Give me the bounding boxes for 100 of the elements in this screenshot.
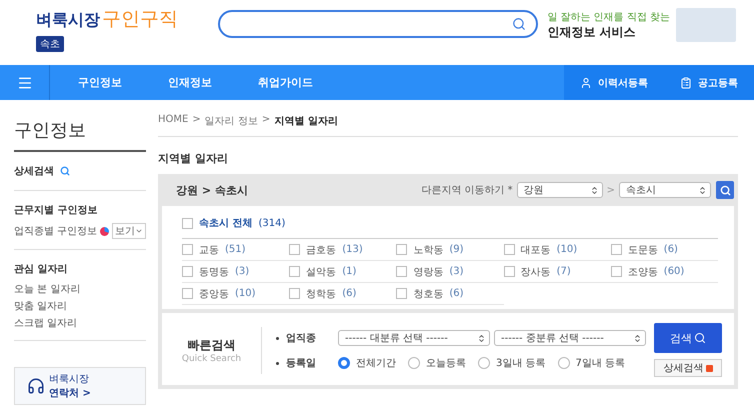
district-count: (60) <box>664 266 684 277</box>
checkbox[interactable] <box>610 244 622 255</box>
search-icon <box>694 332 706 344</box>
district-count: (10) <box>235 288 256 299</box>
radio-option[interactable]: 오늘등록 <box>408 356 466 370</box>
clipboard-icon <box>680 76 692 88</box>
district-label: 대포동 <box>520 244 551 256</box>
district-count: (9) <box>449 244 464 255</box>
checkbox[interactable] <box>289 266 300 277</box>
district-count: (6) <box>449 288 464 299</box>
search-button[interactable] <box>716 181 734 199</box>
detail-search-link[interactable]: 상세검색 <box>14 164 54 178</box>
checkbox[interactable] <box>504 266 515 277</box>
contact-banner[interactable]: 벼룩시장 연락처 > <box>14 367 146 405</box>
updown-icon <box>477 334 486 342</box>
view-dropdown[interactable]: 보기 <box>112 223 146 239</box>
checkbox[interactable] <box>289 244 300 255</box>
headset-icon <box>27 377 45 395</box>
ad-tagline: 일 잘하는 인재를 직접 찾는 <box>547 10 670 24</box>
checkbox[interactable] <box>182 218 193 228</box>
district-label: 장사동 <box>520 266 551 278</box>
district-label: 교동 <box>199 244 219 256</box>
region-badge: 속초 <box>36 36 64 52</box>
district-count: (7) <box>556 266 571 277</box>
contact-label: 연락처 > <box>49 387 91 400</box>
sidebar-link[interactable]: 맞춤 일자리 <box>14 299 68 313</box>
district-count: (3) <box>235 266 250 277</box>
radio-button[interactable] <box>408 357 420 369</box>
breadcrumb-link[interactable]: 지역별 일자리 <box>274 114 338 128</box>
district-count: (1) <box>342 266 356 277</box>
radio-button[interactable] <box>478 357 490 369</box>
sidebar-heading: 관심 일자리 <box>14 263 68 276</box>
radio-option[interactable]: 7일내 등록 <box>558 356 626 370</box>
checkbox[interactable] <box>396 266 408 277</box>
contact-brand: 벼룩시장 <box>49 373 90 386</box>
radio-option[interactable]: 3일내 등록 <box>478 356 546 370</box>
bullet-icon <box>276 362 279 364</box>
district-label: 금호동 <box>306 244 336 256</box>
breadcrumb-separator: > <box>192 114 201 127</box>
option-label: 속초시 전체 <box>199 217 252 230</box>
square-icon <box>706 364 712 372</box>
checkbox[interactable] <box>396 288 408 299</box>
district-label: 노학동 <box>413 244 444 256</box>
search-icon <box>720 184 730 196</box>
logo[interactable]: 벼룩시장 구인구직 <box>36 6 218 32</box>
menu-icon <box>16 74 32 90</box>
option-count: (314) <box>258 218 286 228</box>
person-icon <box>580 76 592 88</box>
radio-option[interactable]: 전체기간 <box>338 356 396 370</box>
region-path: 강원 > 속초시 <box>176 182 248 198</box>
updown-icon <box>590 186 599 194</box>
search-button[interactable]: 검색 <box>654 323 722 353</box>
checkbox[interactable] <box>396 244 408 255</box>
detail-search-button[interactable]: 상세검색 <box>654 359 722 377</box>
updown-icon <box>698 186 707 194</box>
chevron-down-icon <box>135 227 143 235</box>
district-label: 동명동 <box>199 266 229 278</box>
sidebar-link[interactable]: 스크랩 일자리 <box>14 316 78 330</box>
breadcrumb-link[interactable]: HOME <box>158 114 188 128</box>
district-label: 중앙동 <box>199 288 229 300</box>
district-label: 영랑동 <box>413 266 444 278</box>
category-select[interactable]: ------ 대분류 선택 ------ <box>338 330 490 346</box>
district-label: 설악동 <box>306 266 336 278</box>
district-count: (51) <box>225 244 246 255</box>
sidebar-link[interactable]: 오늘 본 일자리 <box>14 282 80 296</box>
radio-button[interactable] <box>338 357 350 369</box>
district-label: 조양동 <box>628 266 658 278</box>
search-field[interactable] <box>218 10 538 38</box>
district-count: (10) <box>556 244 578 255</box>
bullet-icon <box>276 336 279 340</box>
updown-icon <box>633 334 642 342</box>
district-count: (3) <box>449 266 464 277</box>
checkbox[interactable] <box>289 288 300 299</box>
province-select[interactable]: 강원 <box>516 182 603 198</box>
district-label: 청학동 <box>306 288 336 300</box>
checkbox[interactable] <box>182 244 193 255</box>
district-label: 도문동 <box>628 244 658 256</box>
pie-icon <box>100 226 109 236</box>
district-count: (13) <box>342 244 363 255</box>
nav-action-button[interactable]: 공고등록 <box>664 65 754 100</box>
separator-text: > <box>606 184 615 196</box>
ad-image-placeholder <box>676 8 736 42</box>
district-count: (6) <box>664 244 678 255</box>
quick-search-subtitle: Quick Search <box>182 354 242 364</box>
checkbox[interactable] <box>182 266 193 277</box>
checkbox[interactable] <box>504 244 515 255</box>
city-select[interactable]: 속초시 <box>619 182 711 198</box>
page-title: 지역별 일자리 <box>158 151 229 166</box>
category-select[interactable]: ------ 중분류 선택 ------ <box>494 330 646 346</box>
radio-button[interactable] <box>558 357 570 369</box>
field-label: 업직종 <box>286 332 317 345</box>
checkbox[interactable] <box>610 266 622 277</box>
district-label: 청호동 <box>413 288 444 300</box>
checkbox[interactable] <box>182 288 193 299</box>
search-icon <box>512 17 526 31</box>
district-count: (6) <box>342 288 356 299</box>
quick-search-title: 빠른검색 <box>188 336 236 354</box>
nav-action-button[interactable]: 이력서등록 <box>564 65 664 100</box>
breadcrumb-link[interactable]: 일자리 정보 <box>204 114 258 128</box>
sidebar-link[interactable]: 업직종별 구인정보 <box>14 224 98 238</box>
